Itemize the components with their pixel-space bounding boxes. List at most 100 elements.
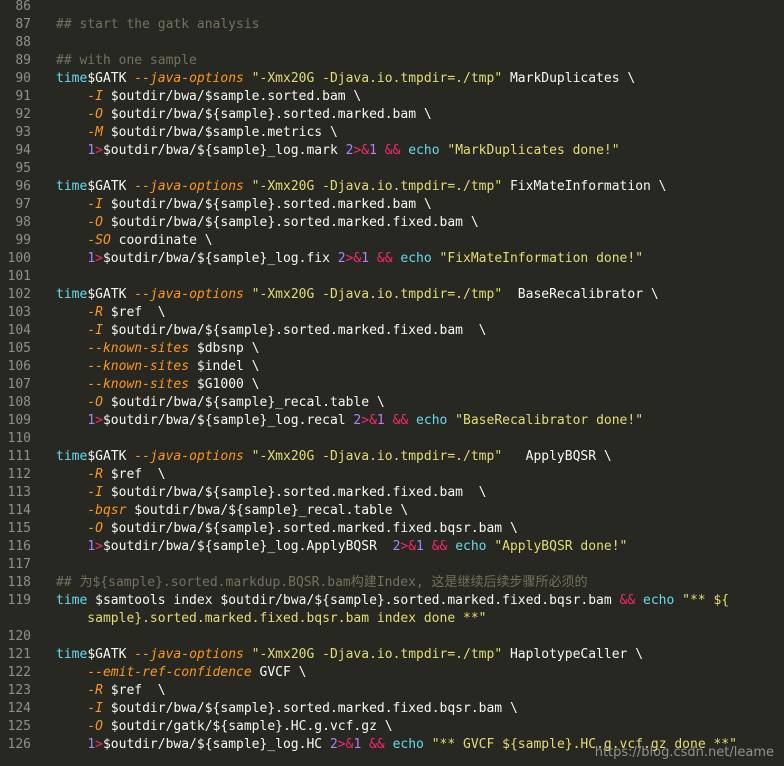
code-line: 96 time$GATK --java-options "-Xmx20G -Dja… <box>0 178 784 196</box>
line-number: 94 <box>15 143 31 158</box>
code-text: --emit-ref-confidence GVCF \ <box>56 664 306 682</box>
code-line: 102 time$GATK --java-options "-Xmx20G -Dj… <box>0 286 784 304</box>
code-text: -O $outdir/bwa/${sample}_recal.table \ <box>56 394 384 412</box>
line-number: 88 <box>15 35 31 50</box>
code-text: ## start the gatk analysis <box>56 16 260 34</box>
code-line: 111 time$GATK --java-options "-Xmx20G -Dj… <box>0 448 784 466</box>
code-token: --java-options <box>134 71 244 86</box>
code-text: 1>$outdir/bwa/${sample}_log.ApplyBQSR 2>… <box>56 538 627 556</box>
code-line: 101 <box>0 268 784 286</box>
line-number: 121 <box>7 647 31 662</box>
code-token: $outdir/bwa/${sample}.sorted.marked.fixe… <box>102 701 518 716</box>
code-line: 94 1>$outdir/bwa/${sample}_log.mark 2>&1… <box>0 142 784 160</box>
code-token: $outdir/bwa/${sample}_log.HC <box>102 737 330 752</box>
code-token: $GATK <box>87 449 135 464</box>
line-number: 91 <box>15 89 31 104</box>
code-token: $outdir/bwa/${sample}.sorted.marked.bam … <box>102 107 432 122</box>
code-token: ## 为${sample}.sorted.markdup.BQSR.bam构建I… <box>56 575 588 590</box>
code-token: -I <box>87 197 103 212</box>
line-number: 113 <box>7 485 31 500</box>
code-token: -O <box>87 107 103 122</box>
code-token: FixMateInformation \ <box>502 179 667 194</box>
line-number: 109 <box>7 413 31 428</box>
code-token: 1 <box>87 143 96 158</box>
code-token: MarkDuplicates \ <box>502 71 636 86</box>
code-line: 89 ## with one sample <box>0 52 784 70</box>
code-token: -SO <box>87 233 111 248</box>
line-number: 105 <box>7 341 31 356</box>
code-line: 114 -bqsr $outdir/bwa/${sample}_recal.ta… <box>0 502 784 520</box>
code-token: $GATK <box>87 287 135 302</box>
code-token: echo <box>643 593 675 608</box>
code-token: 1 <box>361 251 370 266</box>
code-token: time <box>56 449 88 464</box>
code-line: 104 -I $outdir/bwa/${sample}.sorted.mark… <box>0 322 784 340</box>
code-token: 1 <box>87 539 96 554</box>
code-token: BaseRecalibrator \ <box>502 287 659 302</box>
code-line: 115 -O $outdir/bwa/${sample}.sorted.mark… <box>0 520 784 538</box>
code-token: > <box>95 413 103 428</box>
code-token: "ApplyBQSR done!" <box>486 539 628 554</box>
code-line: sample}.sorted.marked.fixed.bqsr.bam ind… <box>0 610 784 628</box>
line-number: 103 <box>7 305 31 320</box>
code-line: 107 --known-sites $G1000 \ <box>0 376 784 394</box>
code-token: time <box>56 179 88 194</box>
code-text: -bqsr $outdir/bwa/${sample}_recal.table … <box>56 502 408 520</box>
code-text: --known-sites $indel \ <box>56 358 259 376</box>
code-token: -bqsr <box>87 503 127 518</box>
code-line: 106 --known-sites $indel \ <box>0 358 784 376</box>
code-token: sample}.sorted.marked.fixed.bqsr.bam ind… <box>56 611 487 626</box>
code-token: 1 <box>87 737 96 752</box>
code-line: 118 ## 为${sample}.sorted.markdup.BQSR.bam… <box>0 574 784 592</box>
code-line: 86 <box>0 0 784 16</box>
code-text: time$GATK --java-options "-Xmx20G -Djava… <box>56 646 643 664</box>
code-token: $outdir/bwa/$sample.metrics \ <box>102 125 338 140</box>
code-text: -O $outdir/bwa/${sample}.sorted.marked.f… <box>56 214 478 232</box>
code-token: echo <box>408 143 440 158</box>
code-line: 100 1>$outdir/bwa/${sample}_log.fix 2>&1… <box>0 250 784 268</box>
code-line: 108 -O $outdir/bwa/${sample}_recal.table… <box>0 394 784 412</box>
code-token: $GATK <box>87 179 135 194</box>
line-number: 107 <box>7 377 31 392</box>
line-number: 114 <box>7 503 31 518</box>
code-line: 90 time$GATK --java-options "-Xmx20G -Dja… <box>0 70 784 88</box>
code-line: 99 -SO coordinate \ <box>0 232 784 250</box>
code-text: -SO coordinate \ <box>56 232 212 250</box>
code-token: "-Xmx20G -Djava.io.tmpdir=./tmp" <box>243 287 503 302</box>
line-number: 125 <box>7 719 31 734</box>
code-line: 124 -I $outdir/bwa/${sample}.sorted.mark… <box>0 700 784 718</box>
code-token: -M <box>87 125 103 140</box>
code-token: time <box>56 287 88 302</box>
code-text: ## with one sample <box>56 52 197 70</box>
code-token: && <box>376 251 393 266</box>
code-text: time$GATK --java-options "-Xmx20G -Djava… <box>56 286 659 304</box>
code-token: --java-options <box>134 287 244 302</box>
code-token: 2 <box>329 737 338 752</box>
line-number: 111 <box>7 449 31 464</box>
code-token: $outdir/bwa/$sample.sorted.bam \ <box>102 89 362 104</box>
code-line: 93 -M $outdir/bwa/$sample.metrics \ <box>0 124 784 142</box>
code-token: > <box>95 251 103 266</box>
code-line: 125 -O $outdir/gatk/${sample}.HC.g.vcf.g… <box>0 718 784 736</box>
code-editor[interactable]: 86 87 ## start the gatk analysis 88 89 ## wit… <box>0 0 784 754</box>
code-text: -I $outdir/bwa/${sample}.sorted.marked.f… <box>56 484 486 502</box>
code-token: HaplotypeCaller \ <box>502 647 644 662</box>
code-token: "FixMateInformation done!" <box>431 251 644 266</box>
code-text: -M $outdir/bwa/$sample.metrics \ <box>56 124 338 142</box>
code-token: $ref \ <box>102 683 166 698</box>
code-token: "-Xmx20G -Djava.io.tmpdir=./tmp" <box>243 71 503 86</box>
code-line: 112 -R $ref \ <box>0 466 784 484</box>
code-text: -I $outdir/bwa/${sample}.sorted.marked.f… <box>56 700 518 718</box>
line-number: 92 <box>15 107 31 122</box>
